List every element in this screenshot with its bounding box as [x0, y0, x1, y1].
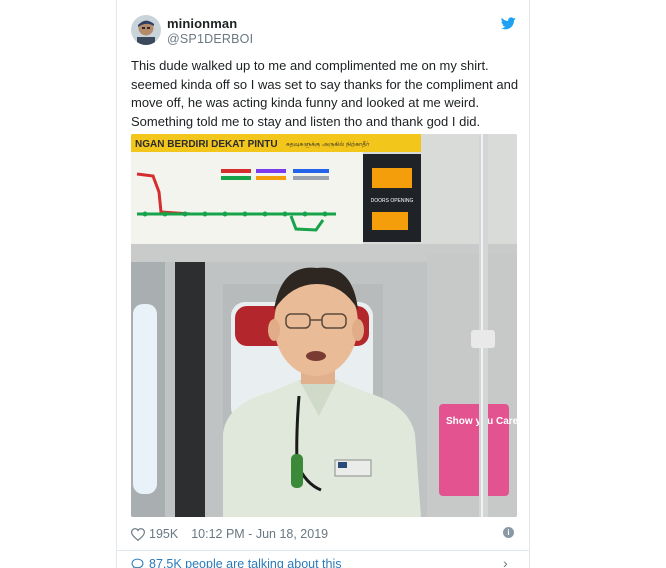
doors-label: DOORS OPENING	[371, 198, 414, 204]
page: minionman @SP1DERBOI This dude walked up…	[0, 0, 666, 568]
avatar[interactable]	[131, 15, 161, 45]
tweet-meta: 195K 10:12 PM - Jun 18, 2019	[131, 526, 328, 542]
like-count[interactable]: 195K	[149, 527, 178, 541]
heart-icon[interactable]	[131, 527, 145, 541]
chevron-right-icon[interactable]: ›	[503, 555, 508, 568]
warning-sign-text: NGAN BERDIRI DEKAT PINTU	[135, 139, 278, 150]
tweet-line: Something told me to stay and listen tho…	[131, 113, 481, 129]
tweet-text: This dude walked up to me and compliment…	[131, 57, 523, 131]
twitter-bird-icon[interactable]	[501, 17, 516, 30]
warning-sign-tamil: கதவுகளுக்கு அருகில் நிற்காதீர்	[286, 141, 370, 149]
divider	[117, 550, 529, 551]
train-photo: NGAN BERDIRI DEKAT PINTU கதவுகளுக்கு அரு…	[131, 134, 517, 517]
user-handle[interactable]: @SP1DERBOI	[167, 32, 253, 46]
conversation-text[interactable]: 87.5K people are talking about this	[149, 557, 342, 568]
speech-bubble-icon	[131, 558, 144, 568]
tweet-timestamp[interactable]: 10:12 PM - Jun 18, 2019	[191, 527, 328, 541]
display-name[interactable]: minionman	[167, 16, 237, 31]
route-map-panel	[131, 152, 363, 244]
tweet-card[interactable]: minionman @SP1DERBOI This dude walked up…	[116, 0, 530, 568]
tweet-line: This dude walked up to me and compliment…	[131, 58, 489, 73]
conversation-link[interactable]: 87.5K people are talking about this	[131, 557, 342, 568]
info-icon[interactable]: i	[503, 527, 514, 538]
tweet-line: seemed kinda off so I was set to say tha…	[131, 76, 519, 92]
avatar-image	[131, 15, 161, 45]
tweet-photo[interactable]: NGAN BERDIRI DEKAT PINTU கதவுகளுக்கு அரு…	[131, 134, 517, 517]
tweet-line: move off, he was acting kinda funny and …	[131, 95, 480, 110]
